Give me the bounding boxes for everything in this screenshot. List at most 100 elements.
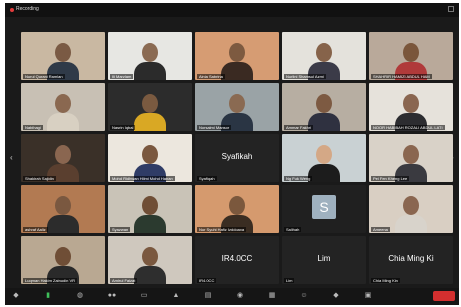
mute-button[interactable]: ◆ <box>11 291 21 301</box>
participant-tile[interactable]: Ammar Fakhri <box>282 83 366 131</box>
participant-tile[interactable]: NOOR HABIBAH ROZALI ABDUL LATI <box>369 83 453 131</box>
participant-video-face <box>55 247 71 266</box>
participant-tile[interactable]: Nasrin Iqbal <box>108 83 192 131</box>
participant-name-label: Ng Fuk Weng <box>284 176 313 181</box>
participant-tile[interactable]: Chia Ming Ki Chia Ming Kin <box>369 236 453 284</box>
record-icon: ◉ <box>236 292 244 299</box>
participant-tile[interactable]: Pei Fen Kheng Lee <box>369 134 453 182</box>
participant-video-body <box>47 113 79 131</box>
participant-video-body <box>395 215 427 233</box>
participant-name-label: Chia Ming Kin <box>371 278 400 283</box>
recording-indicator-icon <box>10 8 14 12</box>
participant-tile[interactable]: Syazwan <box>108 185 192 233</box>
participant-tile[interactable]: Norsalmi Mansor <box>195 83 279 131</box>
participant-name-label: Nurul Qurani Ramlan <box>23 74 65 79</box>
participant-video-face <box>403 94 419 113</box>
participant-tile[interactable]: Nurlini Shamsul Azmi <box>282 32 366 80</box>
participant-video-face <box>142 94 158 113</box>
reactions-icon: ☺ <box>300 292 308 299</box>
participant-name-label: Nurlini Shamsul Azmi <box>284 74 326 79</box>
participant-tile[interactable]: Lim Lim <box>282 236 366 284</box>
participant-tile[interactable]: Syafikah Syafiqah <box>195 134 279 182</box>
whiteboard-button[interactable]: ▣ <box>363 291 373 301</box>
apps-button[interactable]: ◆ <box>331 291 341 301</box>
participant-video-face <box>142 247 158 266</box>
participant-tile[interactable]: Nurul Qurani Ramlan <box>21 32 105 80</box>
participants-icon: ●● <box>107 292 117 299</box>
participant-name-label: Ameena <box>371 227 390 232</box>
participant-tile[interactable]: Ili Marzlam <box>108 32 192 80</box>
end-meeting-button[interactable] <box>433 291 455 301</box>
participant-name-label: Nasrin Iqbal <box>110 125 136 130</box>
participant-video-face <box>316 43 332 62</box>
participant-name-label: Ili Marzlam <box>110 74 134 79</box>
apps-icon: ◆ <box>333 292 339 299</box>
participant-gallery: Nurul Qurani Ramlan Ili Marzlam Ainia Sabr… <box>21 32 453 286</box>
breakout-rooms-button[interactable]: ▦ <box>267 291 277 301</box>
participant-avatar: S <box>312 195 336 219</box>
participant-name-label: ashraf Aaliz <box>23 227 48 232</box>
participant-name-label: Ainia Sabrina <box>197 74 225 79</box>
participant-tile[interactable]: S Salihah <box>282 185 366 233</box>
reactions-button[interactable]: ☺ <box>299 291 309 301</box>
participant-tile[interactable]: Shakirah Sajidin <box>21 134 105 182</box>
share-screen-icon: ▲ <box>172 292 180 299</box>
participant-tile[interactable]: Ameena <box>369 185 453 233</box>
participant-tile[interactable]: Nabihagi <box>21 83 105 131</box>
participant-video-body <box>134 266 166 284</box>
recording-label: Recording <box>16 6 39 12</box>
participant-name-label: Shakirah Sajidin <box>23 176 56 181</box>
breakout-rooms-icon: ▦ <box>268 292 276 299</box>
participant-video-face <box>142 43 158 62</box>
meeting-toolbar: ◆ ▮ ◍ ●● ▭ ▲ ▤ ◉ ▦ ☺ ◆ ▣ <box>5 288 459 305</box>
participant-tile[interactable]: Luqman Hakim Zainudin VR <box>21 236 105 284</box>
participant-video-face <box>229 43 245 62</box>
title-bar: Recording <box>5 3 459 17</box>
record-button[interactable]: ◉ <box>235 291 245 301</box>
participant-name-label: Mohd Ridhwan Hilmi Mohd Hanan <box>110 176 175 181</box>
participant-name-label: Amirul Faizat <box>110 278 138 283</box>
participant-tile[interactable]: Nur Syuhi Hafiz Izddoaxa <box>195 185 279 233</box>
participant-tile[interactable]: Amirul Faizat <box>108 236 192 284</box>
participant-video-body <box>308 164 340 182</box>
participant-name-label: IR4.0CC <box>197 278 217 283</box>
participant-name-label: Salihah <box>284 227 302 232</box>
participant-tile[interactable]: Mohd Ridhwan Hilmi Mohd Hanan <box>108 134 192 182</box>
participants-button[interactable]: ●● <box>107 291 117 301</box>
polls-icon: ▤ <box>204 292 212 299</box>
participant-tile[interactable]: IR4.0CC IR4.0CC <box>195 236 279 284</box>
participant-video-face <box>142 145 158 164</box>
participant-video-body <box>47 215 79 233</box>
participant-tile[interactable]: SHAHRIR HAMIZI ABDUL HAM <box>369 32 453 80</box>
share-screen-button[interactable]: ▲ <box>171 291 181 301</box>
participant-video-face <box>55 94 71 113</box>
participant-name-label: Nabihagi <box>23 125 43 130</box>
participant-tile[interactable]: Ng Fuk Weng <box>282 134 366 182</box>
participant-name-label: Luqman Hakim Zainudin VR <box>23 278 78 283</box>
participant-video-body <box>134 215 166 233</box>
participant-tile[interactable]: Ainia Sabrina <box>195 32 279 80</box>
participant-video-face <box>316 94 332 113</box>
participant-video-body <box>134 113 166 131</box>
participant-video-face <box>55 43 71 62</box>
participant-video-face <box>229 196 245 215</box>
participant-name-label: SHAHRIR HAMIZI ABDUL HAM <box>371 74 432 79</box>
participant-video-face <box>142 196 158 215</box>
chat-button[interactable]: ▭ <box>139 291 149 301</box>
security-button[interactable]: ◍ <box>75 291 85 301</box>
participant-video-face <box>403 196 419 215</box>
participant-video-face <box>403 145 419 164</box>
participant-tile[interactable]: ashraf Aaliz <box>21 185 105 233</box>
mute-icon: ◆ <box>13 292 19 299</box>
video-button[interactable]: ▮ <box>43 291 53 301</box>
participant-video-body <box>221 62 253 80</box>
previous-page-button[interactable]: ‹ <box>10 153 15 165</box>
polls-button[interactable]: ▤ <box>203 291 213 301</box>
participant-name-display: Syafikah <box>221 152 253 161</box>
participant-video-body <box>134 62 166 80</box>
maximize-button[interactable] <box>448 6 454 12</box>
participant-name-label: NOOR HABIBAH ROZALI ABDUL LATI <box>371 125 445 130</box>
participant-name-label: Pei Fen Kheng Lee <box>371 176 410 181</box>
participant-name-display: IR4.0CC <box>221 254 253 263</box>
chat-icon: ▭ <box>140 292 148 299</box>
